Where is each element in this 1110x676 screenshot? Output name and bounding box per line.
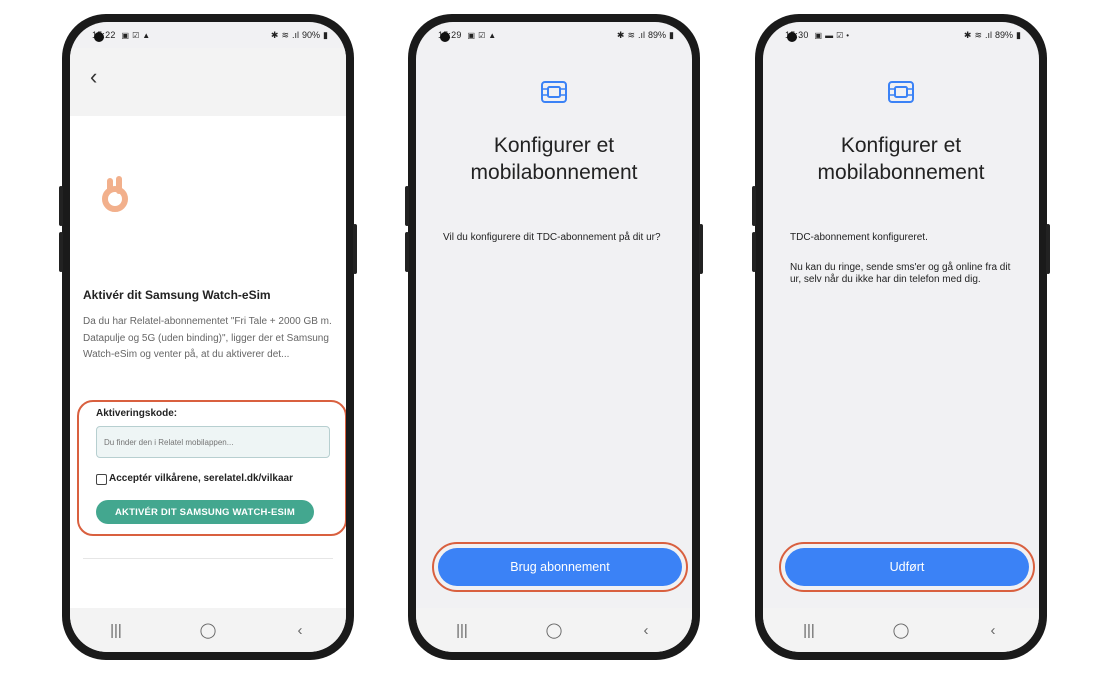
wifi-icon: ≋ [627, 29, 636, 40]
phone-1: 15:22 ▣ ☑ ▲ ✱ ≋ .ıl 90% ▮ ‹ [59, 14, 357, 660]
config-details: Nu kan du ringe, sende sms'er og gå onli… [790, 262, 1011, 285]
navigation-bar: ||| ◯ ‹ [416, 608, 692, 652]
battery-level: 89% [648, 30, 667, 40]
page-title: Aktivér dit Samsung Watch-eSim [83, 288, 271, 302]
volume-button [59, 232, 63, 272]
recent-apps-icon[interactable]: ||| [96, 622, 136, 639]
front-camera [787, 32, 797, 42]
back-arrow-icon[interactable]: ‹ [90, 64, 97, 90]
recent-apps-icon[interactable]: ||| [442, 622, 482, 639]
terms-checkbox[interactable] [96, 474, 107, 485]
volume-button [59, 186, 63, 226]
title-text: Konfigurer et mobilabonnement [817, 134, 985, 184]
done-button[interactable]: Udført [785, 548, 1029, 586]
notification-icons: ▣ ☑ ▲ [122, 31, 151, 40]
image-icon: ▣ [467, 30, 476, 40]
volume-button [405, 186, 409, 226]
ok-hand-icon [98, 174, 132, 223]
signal-icon: .ıl [292, 30, 300, 40]
check-icon: ☑ [132, 30, 140, 40]
sim-card-icon [541, 81, 567, 103]
battery-level: 89% [995, 30, 1014, 40]
activation-code-label: Aktiveringskode: [96, 408, 178, 419]
status-right: ✱ ≋ .ıl 90% ▮ [271, 30, 328, 41]
status-bar: 15:29 ▣ ☑ ▲ ✱ ≋ .ıl 89% ▮ [416, 22, 692, 48]
warning-icon: ▲ [488, 30, 497, 40]
image-icon: ▣ [814, 30, 823, 40]
screen-3: 15:30 ▣ ▬ ☑ • ✱ ≋ .ıl 89% ▮ Konf [763, 22, 1039, 652]
image-icon: ▣ [121, 30, 130, 40]
volume-button [752, 186, 756, 226]
home-icon[interactable]: ◯ [534, 621, 574, 639]
navigation-bar: ||| ◯ ‹ [70, 608, 346, 652]
divider [83, 558, 333, 559]
volume-button [405, 232, 409, 272]
battery-level: 90% [302, 30, 321, 40]
screen-2: 15:29 ▣ ☑ ▲ ✱ ≋ .ıl 89% ▮ Konfigurer et [416, 22, 692, 652]
phone-2: 15:29 ▣ ☑ ▲ ✱ ≋ .ıl 89% ▮ Konfigurer et [405, 14, 703, 660]
home-icon[interactable]: ◯ [881, 621, 921, 639]
recent-apps-icon[interactable]: ||| [789, 622, 829, 639]
title-text: Konfigurer et mobilabonnement [470, 134, 638, 184]
battery-icon: ▮ [323, 29, 328, 40]
check-icon: ☑ [478, 30, 486, 40]
terms-label[interactable]: Acceptér vilkårene, serelatel.dk/vilkaar [109, 473, 293, 484]
wifi-icon: ≋ [974, 29, 983, 40]
app-header: ‹ [70, 48, 346, 116]
power-button [699, 224, 703, 274]
use-subscription-button[interactable]: Brug abonnement [438, 548, 682, 586]
dash-icon: ▬ [825, 30, 834, 40]
bluetooth-icon: ✱ [616, 29, 625, 40]
home-icon[interactable]: ◯ [188, 621, 228, 639]
page-title: Konfigurer et mobilabonnement [763, 132, 1039, 186]
page-title: Konfigurer et mobilabonnement [416, 132, 692, 186]
config-confirmation: TDC-abonnement konfigureret. [790, 232, 928, 243]
front-camera [440, 32, 450, 42]
power-button [353, 224, 357, 274]
config-question: Vil du konfigurere dit TDC-abonnement på… [443, 232, 661, 243]
navigation-bar: ||| ◯ ‹ [763, 608, 1039, 652]
bluetooth-icon: ✱ [270, 29, 279, 40]
power-button [1046, 224, 1050, 274]
check-icon: ☑ [836, 30, 844, 40]
front-camera [94, 32, 104, 42]
activate-esim-button[interactable]: AKTIVÉR DIT SAMSUNG WATCH-ESIM [96, 500, 314, 524]
wifi-icon: ≋ [281, 29, 290, 40]
dot-icon: • [846, 30, 850, 40]
status-right: ✱ ≋ .ıl 89% ▮ [617, 30, 674, 41]
notification-icons: ▣ ▬ ☑ • [815, 31, 850, 40]
notification-icons: ▣ ☑ ▲ [468, 31, 497, 40]
nav-back-icon[interactable]: ‹ [973, 622, 1013, 639]
warning-icon: ▲ [142, 30, 151, 40]
phone-3: 15:30 ▣ ▬ ☑ • ✱ ≋ .ıl 89% ▮ Konf [752, 14, 1050, 660]
volume-button [752, 232, 756, 272]
status-bar: 15:30 ▣ ▬ ☑ • ✱ ≋ .ıl 89% ▮ [763, 22, 1039, 48]
battery-icon: ▮ [1016, 29, 1021, 40]
activation-code-input[interactable] [96, 426, 330, 458]
app-content: Aktivér dit Samsung Watch-eSim Da du har… [70, 116, 346, 608]
status-bar: 15:22 ▣ ☑ ▲ ✱ ≋ .ıl 90% ▮ [70, 22, 346, 48]
screen-1: 15:22 ▣ ☑ ▲ ✱ ≋ .ıl 90% ▮ ‹ [70, 22, 346, 652]
status-right: ✱ ≋ .ıl 89% ▮ [964, 30, 1021, 41]
bluetooth-icon: ✱ [963, 29, 972, 40]
battery-icon: ▮ [669, 29, 674, 40]
sim-card-icon [888, 81, 914, 103]
nav-back-icon[interactable]: ‹ [626, 622, 666, 639]
signal-icon: .ıl [985, 30, 993, 40]
signal-icon: .ıl [638, 30, 646, 40]
page-description: Da du har Relatel-abonnementet "Fri Tale… [83, 316, 332, 360]
nav-back-icon[interactable]: ‹ [280, 622, 320, 639]
